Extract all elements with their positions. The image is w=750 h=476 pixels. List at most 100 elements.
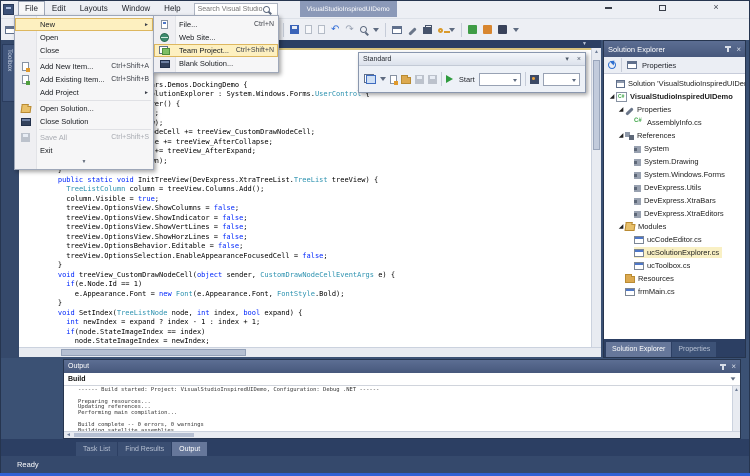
output-content[interactable]: ------ Build started: Project: VisualStu…	[64, 386, 740, 431]
menu-item-close-solution[interactable]: Close Solution	[15, 115, 153, 128]
form-icon[interactable]	[625, 288, 635, 296]
globe-icon[interactable]	[160, 33, 169, 42]
chevron-down-icon[interactable]	[731, 377, 736, 380]
csproj-icon[interactable]	[616, 92, 627, 102]
folderopen-icon[interactable]	[20, 106, 31, 113]
solution-explorer-header[interactable]: Solution Explorer ×	[604, 41, 745, 57]
tree-item-resources[interactable]: Resources	[604, 272, 745, 285]
undo-icon[interactable]: ↶	[331, 25, 339, 35]
tree-item-properties[interactable]: ◢Properties	[604, 103, 745, 116]
folderopen-icon[interactable]	[625, 224, 636, 231]
menu-item-add-existing-item[interactable]: Add Existing Item...Ctrl+Shift+B	[15, 73, 153, 86]
tab-solution-explorer[interactable]: Solution Explorer	[606, 342, 671, 357]
find-icon[interactable]	[530, 75, 539, 84]
ref-icon[interactable]	[634, 185, 641, 192]
ref-icon[interactable]	[634, 159, 641, 166]
properties-window-icon[interactable]	[627, 61, 637, 69]
start-page-icon[interactable]	[468, 25, 477, 34]
editor-horizontal-scrollbar-thumb[interactable]	[61, 349, 246, 356]
menu-item-team-project[interactable]: Team Project...Ctrl+Shift+N	[154, 44, 278, 57]
form-icon[interactable]	[634, 262, 644, 270]
copy-icon[interactable]	[305, 25, 312, 34]
pageblue-icon[interactable]	[161, 20, 168, 29]
windark-icon[interactable]	[160, 60, 170, 68]
key-icon[interactable]	[438, 28, 443, 33]
tree-item-devexpress-xtraeditors[interactable]: DevExpress.XtraEditors	[604, 207, 745, 220]
pin-icon[interactable]	[727, 46, 729, 52]
menu-item-exit[interactable]: Exit	[15, 144, 153, 157]
tree-item-system-drawing[interactable]: System.Drawing	[604, 155, 745, 168]
search-icon[interactable]	[263, 6, 270, 13]
panel-close-icon[interactable]: ×	[736, 45, 741, 54]
properties-button[interactable]: Properties	[642, 61, 676, 70]
new-project-icon[interactable]	[364, 74, 376, 84]
tab-task-list[interactable]: Task List	[76, 442, 117, 456]
form-icon[interactable]	[634, 236, 644, 244]
menu-item-open-solution[interactable]: Open Solution...	[15, 102, 153, 115]
menu-item-open[interactable]: Open	[15, 31, 153, 44]
briefcase-icon[interactable]	[423, 27, 432, 34]
ref-icon[interactable]	[634, 146, 641, 153]
tree-item-modules[interactable]: ◢Modules	[604, 220, 745, 233]
scroll-up-icon[interactable]: ▲	[592, 48, 601, 56]
output-vertical-scrollbar[interactable]: ▲	[732, 386, 740, 431]
editor-vertical-scrollbar-thumb[interactable]	[593, 60, 600, 150]
menu-item-web-site[interactable]: Web Site...	[154, 31, 278, 44]
start-button-label[interactable]: Start	[459, 75, 475, 84]
tab-output[interactable]: Output	[172, 442, 207, 456]
maximize-button[interactable]	[656, 2, 668, 13]
menu-item-close[interactable]: Close	[15, 44, 153, 57]
tree-item-system-windows-forms[interactable]: System.Windows.Forms	[604, 168, 745, 181]
expander-expanded-icon[interactable]: ◢	[617, 132, 625, 139]
toolbar-overflow-icon[interactable]	[513, 28, 519, 32]
tree-item-devexpress-xtrabars[interactable]: DevExpress.XtraBars	[604, 194, 745, 207]
save-icon[interactable]	[415, 75, 424, 84]
menu-item-blank-solution[interactable]: Blank Solution...	[154, 57, 278, 70]
pin-icon[interactable]	[722, 364, 724, 370]
dropdown-arrow-icon[interactable]	[449, 28, 455, 32]
panel-close-icon[interactable]: ×	[731, 362, 736, 371]
pageplus-icon[interactable]	[22, 62, 29, 71]
teamproj-icon[interactable]	[159, 46, 170, 55]
ref-icon[interactable]	[634, 211, 641, 218]
editor-vertical-scrollbar[interactable]: ▲	[591, 48, 601, 347]
tree-item-visualstudioinspireduidemo[interactable]: ◢VisualStudioInspiredUIDemo	[604, 90, 745, 103]
tab-properties[interactable]: Properties	[672, 342, 716, 357]
wrench-icon[interactable]	[625, 107, 633, 115]
app-title-badge[interactable]: VisualStudioInspiredUIDemo	[300, 1, 397, 17]
output-header[interactable]: Output ×	[64, 360, 740, 373]
output-horizontal-scrollbar[interactable]: ◄	[64, 431, 740, 438]
solution-configurations-combobox[interactable]	[479, 73, 521, 86]
find-in-files-icon[interactable]	[483, 25, 492, 34]
windark-icon[interactable]	[21, 118, 31, 126]
paste-icon[interactable]	[318, 25, 325, 34]
tree-item-system[interactable]: System	[604, 142, 745, 155]
tab-overflow-icon[interactable]: ▼	[582, 41, 587, 47]
tree-item-uctoolbox-cs[interactable]: ucToolbox.cs	[604, 259, 745, 272]
refgrp-icon[interactable]	[625, 132, 634, 140]
customize-wrench-icon[interactable]	[408, 27, 416, 35]
menu-item-add-new-item[interactable]: Add New Item...Ctrl+Shift+A	[15, 60, 153, 73]
standard-toolbar-titlebar[interactable]: Standard ▾ ×	[359, 53, 585, 66]
data-sources-icon[interactable]	[498, 25, 507, 34]
refresh-icon[interactable]	[608, 61, 616, 69]
output-source-combo[interactable]: Build	[64, 373, 740, 386]
expander-expanded-icon[interactable]: ◢	[608, 93, 616, 100]
toolbar-overflow-icon[interactable]	[373, 28, 379, 32]
scroll-up-icon[interactable]: ▲	[733, 386, 740, 394]
properties-window-icon[interactable]	[392, 26, 402, 34]
minimize-button[interactable]	[602, 2, 614, 13]
tree-item-solution-visualstudioinspiredu[interactable]: Solution 'VisualStudioInspiredUIDemo' (1…	[604, 77, 745, 90]
output-horizontal-scrollbar-thumb[interactable]	[74, 433, 194, 437]
menu-expand-icon[interactable]: ▼	[15, 157, 153, 167]
pagearrow-icon[interactable]	[22, 75, 29, 84]
close-button[interactable]: ×	[710, 2, 722, 13]
tree-item-uccodeeditor-cs[interactable]: ucCodeEditor.cs	[604, 233, 745, 246]
floppy-icon[interactable]	[21, 133, 30, 142]
ref-icon[interactable]	[634, 172, 641, 179]
menu-item-new[interactable]: New►	[15, 18, 153, 31]
editor-horizontal-scrollbar[interactable]	[19, 347, 601, 357]
start-debug-icon[interactable]	[446, 75, 453, 83]
new-project-dropdown-icon[interactable]	[380, 77, 386, 81]
menu-item-file[interactable]: File...Ctrl+N	[154, 18, 278, 31]
